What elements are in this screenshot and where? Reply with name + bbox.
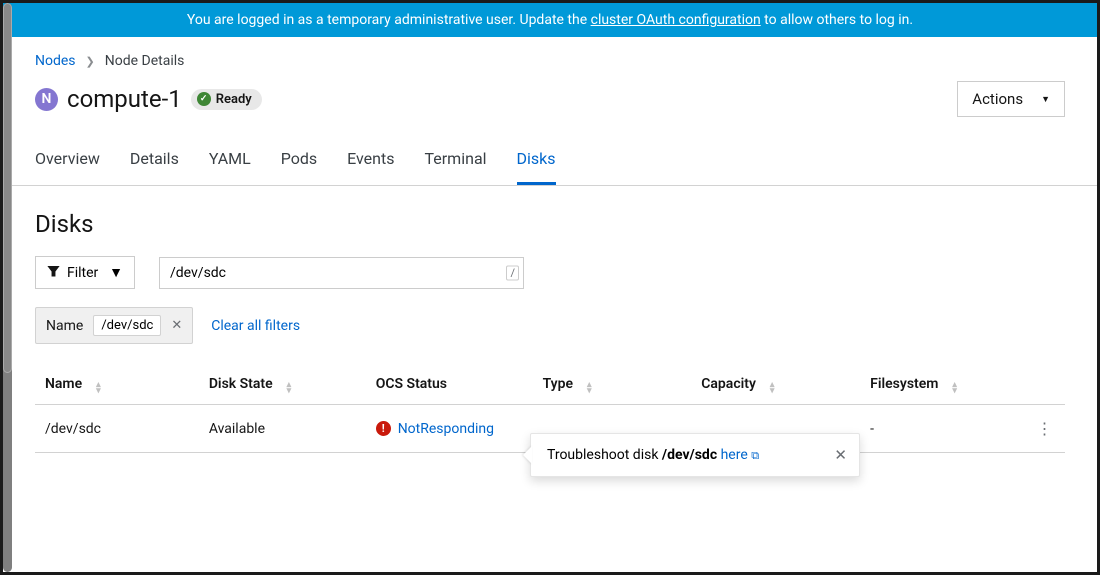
ocs-status-link[interactable]: NotResponding bbox=[398, 421, 494, 437]
admin-banner: You are logged in as a temporary adminis… bbox=[3, 3, 1097, 37]
filter-dropdown[interactable]: Filter ▼ bbox=[35, 256, 135, 289]
tab-events[interactable]: Events bbox=[347, 135, 394, 185]
col-cap[interactable]: Capacity bbox=[691, 364, 860, 405]
scrollbar-thumb[interactable] bbox=[3, 3, 12, 373]
filter-label: Filter bbox=[67, 265, 98, 281]
cell-ocs: ! NotResponding bbox=[366, 405, 533, 453]
tab-disks[interactable]: Disks bbox=[517, 135, 556, 185]
kebab-button[interactable]: ⋮ bbox=[1024, 405, 1065, 453]
breadcrumb: Nodes ❯ Node Details bbox=[35, 37, 1065, 81]
cell-state: Available bbox=[199, 405, 366, 453]
actions-button[interactable]: Actions ▼ bbox=[957, 81, 1065, 117]
caret-down-icon: ▼ bbox=[1041, 94, 1050, 105]
tabs: Overview Details YAML Pods Events Termin… bbox=[3, 135, 1097, 186]
check-circle-icon: ✓ bbox=[197, 92, 211, 106]
tab-terminal[interactable]: Terminal bbox=[425, 135, 487, 185]
popover-here-link[interactable]: here ⧉ bbox=[721, 447, 760, 463]
page-title: compute-1 bbox=[67, 85, 182, 113]
troubleshoot-popover: Troubleshoot disk /dev/sdc here ⧉ ✕ bbox=[530, 433, 860, 477]
cell-name: /dev/sdc bbox=[35, 405, 199, 453]
search-input[interactable] bbox=[159, 257, 524, 289]
popover-disk: /dev/sdc bbox=[662, 447, 717, 463]
col-fs[interactable]: Filesystem bbox=[860, 364, 1024, 405]
filter-chip-group: Name /dev/sdc ✕ bbox=[35, 307, 193, 344]
chevron-right-icon: ❯ bbox=[86, 55, 95, 68]
tab-pods[interactable]: Pods bbox=[281, 135, 317, 185]
col-type[interactable]: Type bbox=[533, 364, 692, 405]
col-ocs[interactable]: OCS Status bbox=[366, 364, 533, 405]
section-title: Disks bbox=[35, 186, 1065, 256]
popover-text: Troubleshoot disk bbox=[547, 447, 662, 463]
col-name[interactable]: Name bbox=[35, 364, 199, 405]
cell-fs: - bbox=[860, 405, 1024, 453]
banner-oauth-link[interactable]: cluster OAuth configuration bbox=[591, 12, 761, 28]
banner-text-suffix: to allow others to log in. bbox=[761, 12, 913, 28]
chip-value: /dev/sdc bbox=[93, 315, 161, 336]
tab-yaml[interactable]: YAML bbox=[209, 135, 251, 185]
clear-all-filters-link[interactable]: Clear all filters bbox=[211, 318, 300, 334]
actions-label: Actions bbox=[972, 90, 1023, 108]
external-link-icon: ⧉ bbox=[751, 449, 759, 462]
chip-close-icon[interactable]: ✕ bbox=[171, 318, 182, 333]
tab-details[interactable]: Details bbox=[130, 135, 179, 185]
status-badge: ✓ Ready bbox=[191, 89, 262, 110]
status-text: Ready bbox=[216, 92, 252, 107]
tab-overview[interactable]: Overview bbox=[35, 135, 100, 185]
col-state[interactable]: Disk State bbox=[199, 364, 366, 405]
node-badge-icon: N bbox=[35, 88, 58, 111]
popover-close-icon[interactable]: ✕ bbox=[834, 446, 847, 464]
popover-arrow-icon bbox=[523, 446, 532, 464]
error-circle-icon: ! bbox=[376, 421, 391, 436]
breadcrumb-current: Node Details bbox=[105, 53, 185, 69]
filter-icon bbox=[47, 265, 60, 281]
banner-text-prefix: You are logged in as a temporary adminis… bbox=[187, 12, 591, 28]
caret-down-icon: ▼ bbox=[109, 264, 123, 281]
search-shortcut-hint: / bbox=[506, 265, 519, 280]
chip-category: Name bbox=[46, 318, 83, 334]
scrollbar[interactable] bbox=[3, 3, 12, 572]
breadcrumb-root[interactable]: Nodes bbox=[35, 53, 76, 69]
